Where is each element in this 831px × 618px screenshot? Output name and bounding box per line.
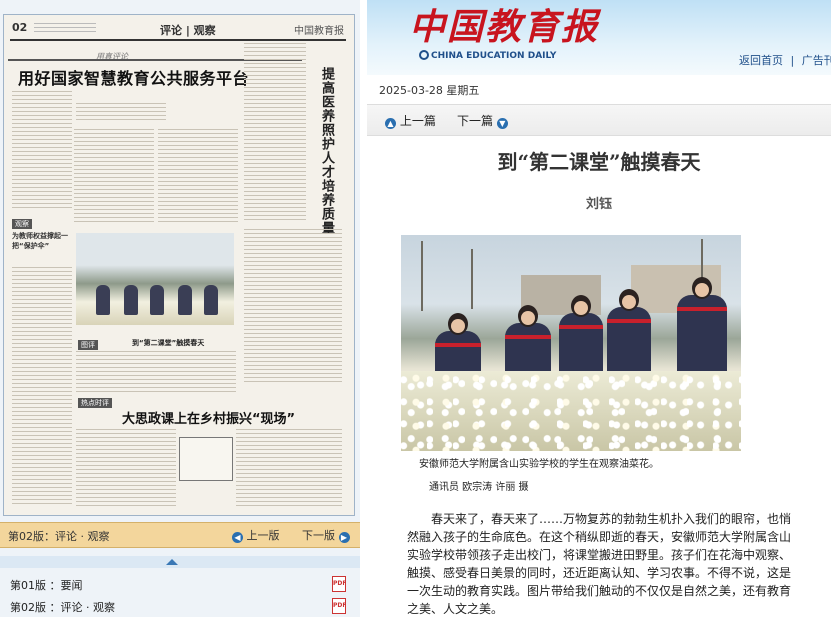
current-edition-label: 第02版：评论 · 观察 — [8, 530, 110, 543]
page-number: 02 — [12, 21, 28, 34]
text-block — [76, 429, 176, 509]
pdf-icon[interactable]: PDF — [332, 576, 346, 592]
globe-icon — [419, 50, 429, 60]
article-body: 春天来了，春天来了……万物复苏的勃勃生机扑入我们的眼帘，也悄然融入孩子的生命底色… — [407, 512, 792, 616]
edition-list-item[interactable]: 第01版 ：要闻 PDF — [0, 574, 360, 594]
newspaper-page-header: 02 评论 | 观察 中国教育报 — [10, 21, 346, 41]
newspaper-photo[interactable] — [76, 233, 234, 325]
arrow-right-icon: ▶ — [338, 532, 350, 543]
newspaper-headline-2[interactable]: 大思政课上在乡村振兴“现场” — [122, 408, 295, 427]
article-title: 到“第二课堂”触摸春天 — [497, 150, 701, 174]
link-separator: | — [790, 54, 795, 67]
article-panel: 中国教育报 CHINA EDUCATION DAILY 返回首页 | 广告刊例 … — [367, 0, 831, 617]
pull-quote-box — [179, 437, 233, 481]
prev-article-button[interactable]: ▲ 上一篇 — [385, 112, 436, 129]
site-logo[interactable]: 中国教育报 — [409, 0, 599, 50]
photo-caption: 安徽师范大学附属含山实验学校的学生在观察油菜花。 — [419, 459, 659, 470]
next-article-button[interactable]: 下一篇 ▼ — [457, 112, 508, 129]
newspaper-vertical-headline[interactable]: 提高医养照护人才培养质量 — [316, 67, 334, 235]
text-block — [76, 351, 236, 395]
prev-edition-button[interactable]: ◀ 上一版 — [232, 527, 280, 543]
photo-figure — [204, 285, 218, 315]
top-links: 返回首页 | 广告刊例 — [739, 52, 831, 68]
collapse-toggle[interactable] — [0, 556, 360, 568]
page-meta-lines — [34, 23, 96, 35]
article-photo — [401, 235, 741, 451]
photo-credit: 通讯员 欧宗涛 许丽 摄 — [429, 482, 529, 493]
text-block — [12, 91, 72, 211]
side-headline[interactable]: 为教师权益撑起一把“保护伞” — [12, 231, 70, 251]
photo-figure — [178, 285, 192, 315]
photo-tree — [471, 249, 473, 309]
page-section: 评论 | 观察 — [160, 24, 216, 37]
site-banner: 中国教育报 CHINA EDUCATION DAILY 返回首页 | 广告刊例 — [367, 0, 831, 75]
newspaper-main-headline[interactable]: 用好国家智慧教育公共服务平台 — [18, 65, 249, 89]
photo-figure — [150, 285, 164, 315]
arrow-down-icon: ▼ — [496, 118, 508, 129]
tag-label: 图评 — [78, 340, 98, 350]
edition-list-item[interactable]: 第02版 ：评论 · 观察 PDF — [0, 596, 360, 616]
edition-link[interactable]: 第02版 ：评论 · 观察 — [10, 599, 115, 615]
photo-figure — [96, 285, 110, 315]
edition-link[interactable]: 第01版 ：要闻 — [10, 577, 83, 593]
text-block — [158, 129, 238, 225]
next-article-label: 下一篇 — [457, 114, 494, 128]
text-block — [244, 43, 306, 223]
pdf-icon[interactable]: PDF — [332, 598, 346, 614]
arrow-left-icon: ◀ — [232, 532, 243, 543]
tag-label: 热点时评 — [78, 398, 112, 408]
article-author: 刘钰 — [585, 197, 612, 212]
page-masthead: 中国教育报 — [294, 26, 344, 37]
text-block — [74, 129, 154, 225]
edition-nav-bar: 第02版：评论 · 观察 ◀ 上一版 下一版 ▶ — [0, 522, 360, 548]
site-logo-english: CHINA EDUCATION DAILY — [431, 51, 557, 61]
home-link[interactable]: 返回首页 — [739, 54, 783, 67]
text-block — [76, 103, 166, 123]
prev-edition-label: 上一版 — [246, 529, 280, 542]
next-edition-label: 下一版 — [302, 529, 335, 542]
prev-article-label: 上一篇 — [399, 114, 436, 128]
next-edition-button[interactable]: 下一版 ▶ — [302, 527, 350, 543]
photo-tree — [421, 241, 423, 311]
arrow-up-icon: ▲ — [385, 118, 396, 129]
text-block — [236, 429, 342, 509]
text-block — [12, 267, 72, 507]
article-nav-bar: ▲ 上一篇 下一篇 ▼ — [367, 104, 831, 136]
photo-figure — [124, 285, 138, 315]
text-block — [244, 229, 342, 383]
newspaper-photo-caption[interactable]: 到“第二课堂”触摸春天 — [132, 338, 204, 348]
photo-rapeseed-flowers — [401, 371, 741, 451]
newspaper-panel: 02 评论 | 观察 中国教育报 用真评论 用好国家智慧教育公共服务平台 提高医… — [0, 0, 360, 617]
newspaper-page-thumbnail[interactable]: 02 评论 | 观察 中国教育报 用真评论 用好国家智慧教育公共服务平台 提高医… — [3, 14, 355, 516]
collapse-up-icon — [166, 559, 178, 565]
tag-label: 观察 — [12, 219, 32, 229]
ad-rates-link[interactable]: 广告刊例 — [802, 54, 831, 67]
issue-date: 2025-03-28 星期五 — [379, 84, 480, 97]
